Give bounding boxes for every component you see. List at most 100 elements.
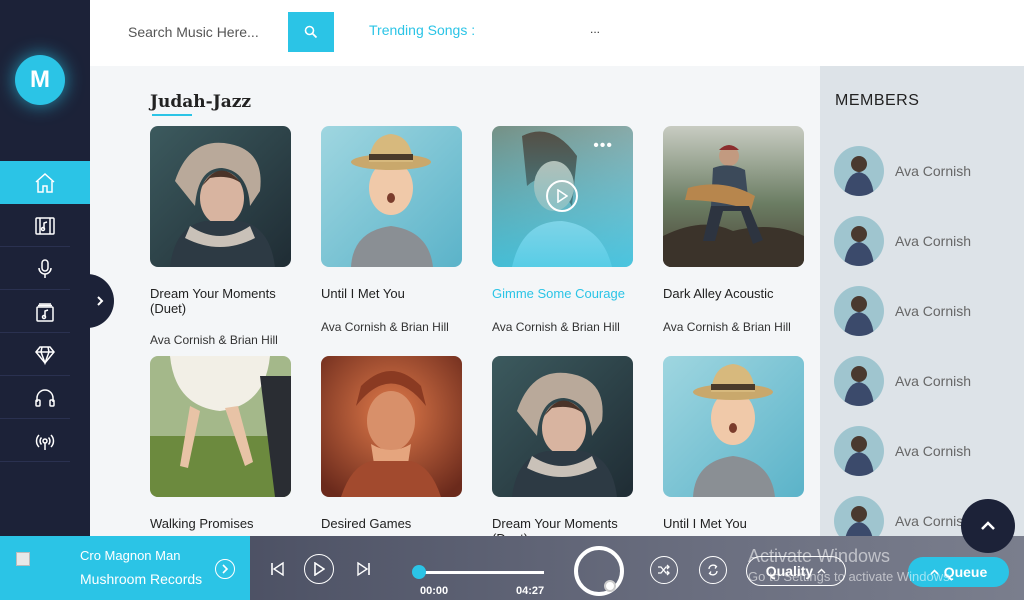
song-card[interactable]: Until I Met You [663, 356, 804, 531]
member-name[interactable]: Ava Cornish [895, 513, 971, 529]
member-name[interactable]: Ava Cornish [895, 303, 971, 319]
member-item[interactable]: Ava Cornish [834, 216, 971, 266]
song-artist[interactable]: Ava Cornish & Brian Hill [321, 320, 462, 334]
skip-previous-icon [271, 561, 284, 577]
song-thumbnail[interactable] [150, 356, 291, 497]
song-thumbnail[interactable]: ••• [492, 126, 633, 267]
song-thumbnail[interactable] [663, 356, 804, 497]
member-name[interactable]: Ava Cornish [895, 373, 971, 389]
app-logo[interactable]: M [15, 55, 65, 105]
song-thumbnail[interactable] [492, 356, 633, 497]
track-title[interactable]: Cro Magnon Man [80, 548, 180, 563]
song-title[interactable]: Until I Met You [663, 516, 804, 531]
broadcast-icon [35, 433, 55, 450]
track-details-button[interactable] [215, 559, 235, 579]
song-title[interactable]: Gimme Some Courage [492, 286, 633, 301]
song-title[interactable]: Walking Promises [150, 516, 291, 531]
chevron-right-icon [97, 296, 104, 306]
song-card[interactable]: Dream Your Moments (Duet) Ava Cornish & … [150, 126, 291, 347]
sidebar-item-home[interactable] [0, 161, 90, 204]
song-thumbnail[interactable] [321, 126, 462, 267]
song-artist[interactable]: Ava Cornish & Brian Hill [492, 320, 633, 334]
home-icon [35, 172, 55, 193]
shuffle-icon [658, 564, 670, 576]
album-icon [36, 302, 54, 322]
scroll-to-top-button[interactable] [961, 499, 1015, 553]
member-avatar [834, 496, 884, 536]
song-thumbnail[interactable] [663, 126, 804, 267]
chevron-right-icon [222, 564, 229, 574]
sidebar-item-premium[interactable] [0, 333, 90, 376]
skip-next-icon [357, 561, 370, 577]
chevron-up-icon [981, 521, 995, 530]
song-title[interactable]: Until I Met You [321, 286, 462, 301]
member-name[interactable]: Ava Cornish [895, 233, 971, 249]
previous-button[interactable] [268, 560, 286, 578]
track-label[interactable]: Mushroom Records [80, 571, 202, 587]
sidebar: M [0, 0, 90, 600]
more-options-icon[interactable]: ••• [593, 138, 613, 154]
sidebar-item-microphone[interactable] [0, 247, 90, 290]
song-thumbnail[interactable] [321, 356, 462, 497]
member-avatar [834, 146, 884, 196]
sidebar-item-radio[interactable] [0, 419, 90, 462]
member-item[interactable]: Ava Cornish [834, 146, 971, 196]
song-card[interactable]: Dark Alley Acoustic Ava Cornish & Brian … [663, 126, 804, 334]
progress-handle[interactable] [412, 565, 426, 579]
song-title[interactable]: Dark Alley Acoustic [663, 286, 804, 301]
member-item[interactable]: Ava Cornish [834, 356, 971, 406]
member-item[interactable]: Ava Cornish [834, 496, 971, 536]
song-card[interactable]: Desired Games [321, 356, 462, 531]
shuffle-button[interactable] [650, 556, 678, 584]
member-item[interactable]: Ava Cornish [834, 426, 971, 476]
trending-songs-value: ... [590, 22, 601, 36]
track-artwork-broken-image [16, 552, 30, 566]
member-avatar [834, 216, 884, 266]
member-avatar [834, 356, 884, 406]
time-current: 00:00 [420, 585, 449, 597]
main-content: Judah-Jazz Dream Your Moments (Duet) Ava… [90, 66, 820, 536]
sidebar-nav [0, 161, 90, 462]
members-panel: MEMBERS Ava Cornish Ava Cornish Ava Corn… [820, 66, 1024, 536]
song-thumbnail[interactable] [150, 126, 291, 267]
time-total: 04:27 [516, 585, 545, 597]
member-avatar [834, 426, 884, 476]
volume-handle[interactable] [604, 580, 616, 592]
play-button[interactable] [304, 554, 334, 584]
now-playing: Cro Magnon Man Mushroom Records [0, 536, 250, 600]
search-input[interactable] [128, 18, 278, 46]
song-title[interactable]: Dream Your Moments (Duet) [150, 286, 291, 316]
sidebar-item-library[interactable] [0, 204, 90, 247]
song-title[interactable]: Desired Games [321, 516, 462, 531]
volume-dial[interactable] [574, 546, 624, 596]
song-card[interactable]: Until I Met You Ava Cornish & Brian Hill [321, 126, 462, 334]
watermark-line-1: Activate Windows [748, 546, 891, 566]
trending-songs-label: Trending Songs : [369, 22, 476, 38]
top-header: Trending Songs : ... [90, 0, 1024, 66]
member-name[interactable]: Ava Cornish [895, 163, 971, 179]
repeat-icon [708, 564, 718, 576]
activate-windows-watermark: Activate Windows Go to Settings to activ… [748, 546, 953, 584]
song-title[interactable]: Dream Your Moments (Duet) [492, 516, 633, 536]
play-icon [314, 562, 325, 576]
watermark-line-2: Go to Settings to activate Windows. [748, 569, 954, 584]
sidebar-item-headphones[interactable] [0, 376, 90, 419]
play-overlay-button[interactable] [546, 180, 578, 212]
repeat-button[interactable] [699, 556, 727, 584]
song-card[interactable]: Dream Your Moments (Duet) [492, 356, 633, 536]
progress-bar[interactable] [419, 571, 544, 574]
song-card[interactable]: Walking Promises [150, 356, 291, 531]
section-title-underline [152, 114, 192, 116]
play-icon [557, 189, 568, 203]
song-card[interactable]: ••• Gimme Some Courage Ava Cornish & Bri… [492, 126, 633, 334]
search-button[interactable] [288, 12, 334, 52]
song-artist[interactable]: Ava Cornish & Brian Hill [150, 333, 291, 347]
members-title: MEMBERS [835, 92, 920, 109]
sidebar-item-albums[interactable] [0, 290, 90, 333]
headphones-icon [35, 388, 55, 407]
next-button[interactable] [355, 560, 373, 578]
microphone-icon [38, 258, 52, 278]
song-artist[interactable]: Ava Cornish & Brian Hill [663, 320, 804, 334]
member-item[interactable]: Ava Cornish [834, 286, 971, 336]
member-name[interactable]: Ava Cornish [895, 443, 971, 459]
